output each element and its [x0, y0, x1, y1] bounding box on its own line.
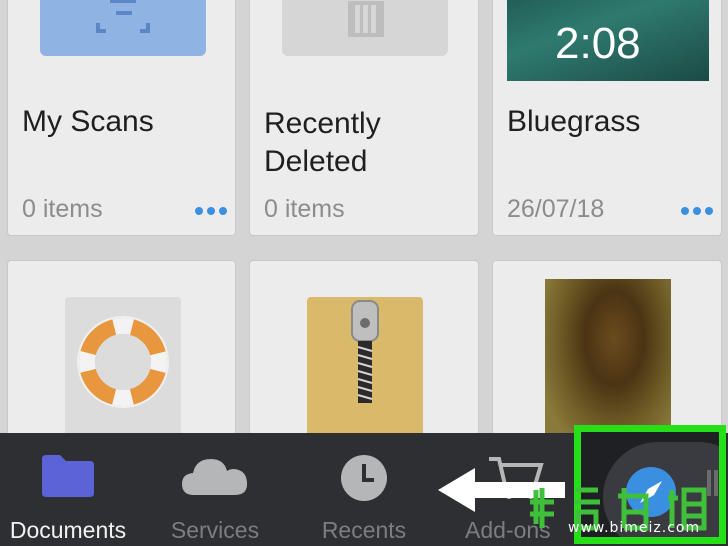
scan-icon: [96, 0, 150, 33]
scan-thumbnail: [40, 0, 206, 56]
documents-grid: My Scans 0 items Recently Deleted 0 item…: [0, 0, 728, 435]
card-help[interactable]: [7, 260, 236, 435]
clock-icon: [341, 455, 387, 501]
watermark-url: www.bimeiz.com: [568, 520, 701, 536]
painting-thumbnail: [545, 279, 671, 435]
thumbnail-time: 2:08: [555, 19, 641, 68]
more-options-icon[interactable]: [681, 207, 713, 215]
help-thumbnail: [65, 297, 181, 435]
card-my-scans[interactable]: My Scans 0 items: [7, 0, 236, 236]
card-recently-deleted[interactable]: Recently Deleted 0 items: [249, 0, 479, 236]
tab-label: Documents: [9, 517, 127, 543]
card-zip[interactable]: [249, 260, 479, 435]
tab-services[interactable]: Services: [150, 433, 280, 546]
tab-label: Recents: [321, 517, 407, 543]
card-title: Recently Deleted: [264, 107, 381, 178]
card-title: My Scans: [22, 105, 154, 138]
more-options-icon[interactable]: [195, 207, 227, 215]
card-title: Bluegrass: [507, 105, 641, 138]
trash-thumbnail: [282, 0, 448, 56]
folder-icon: [42, 455, 94, 497]
zip-thumbnail: [307, 297, 423, 435]
lifebuoy-icon: [77, 316, 169, 408]
card-bluegrass[interactable]: 2:08 Bluegrass 26/07/18: [492, 0, 722, 236]
card-meta: 0 items: [264, 195, 345, 223]
trash-icon: [348, 1, 384, 37]
card-image[interactable]: [492, 260, 722, 435]
tab-recents[interactable]: Recents: [300, 433, 428, 546]
zipper-icon: [351, 300, 379, 403]
tab-label: Services: [170, 517, 260, 543]
cloud-icon: [182, 459, 248, 495]
card-meta: 26/07/18: [507, 195, 605, 223]
card-meta: 0 items: [22, 195, 103, 223]
tab-documents[interactable]: Documents: [0, 433, 136, 546]
video-thumbnail: 2:08: [507, 0, 709, 81]
